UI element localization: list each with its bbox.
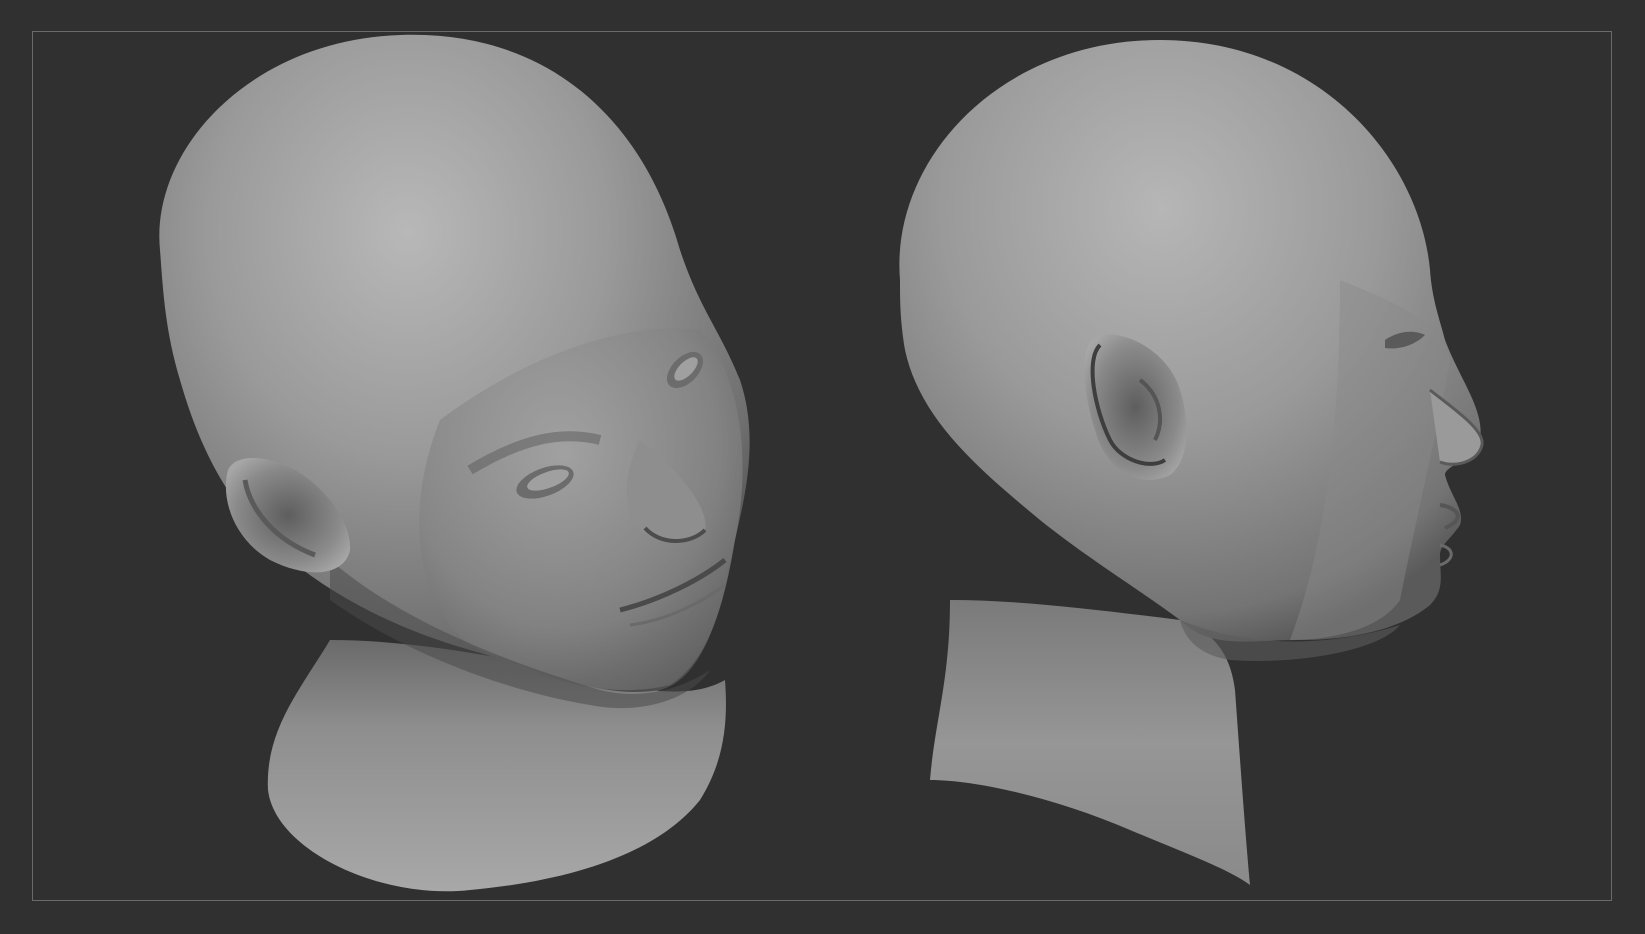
sculpt-render: [159, 34, 1484, 892]
sculpt-viewport[interactable]: [0, 0, 1645, 934]
head-profile: [899, 40, 1484, 885]
head-three-quarter: [159, 34, 750, 892]
